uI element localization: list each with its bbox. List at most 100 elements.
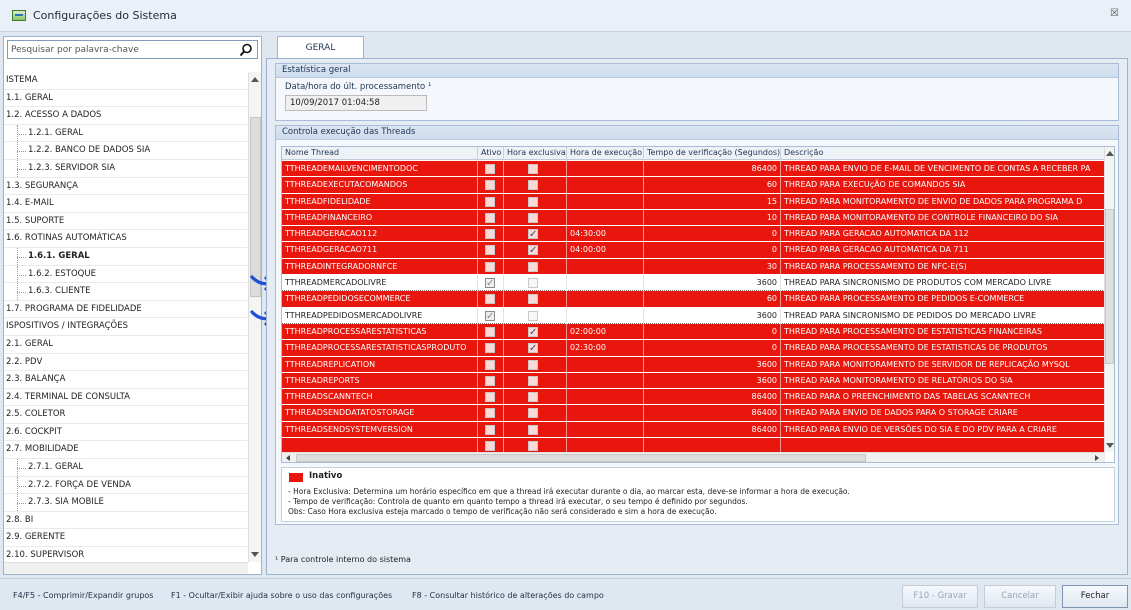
ativo-checkbox[interactable] — [485, 229, 495, 240]
tree-item[interactable]: 2.10. SUPERVISOR — [4, 547, 247, 562]
hora-exclusiva-checkbox[interactable] — [528, 261, 538, 272]
tree-item[interactable]: 1.6.2. ESTOQUE — [4, 265, 247, 284]
table-row[interactable]: TTHREADPROCESSARESTATISTICASPRODUTO 02:30… — [282, 340, 1105, 357]
tree-item[interactable]: 1.2.2. BANCO DE DADOS SIA — [4, 142, 247, 160]
tab-geral[interactable]: GERAL — [277, 36, 364, 59]
column-header-tempo[interactable]: Tempo de verificação (Segundos) — [644, 147, 781, 160]
ativo-checkbox[interactable] — [485, 441, 495, 452]
table-row[interactable]: TTHREADSCANNTECH 86400 THREAD PARA O PREEN… — [282, 389, 1105, 406]
hora-exclusiva-checkbox[interactable] — [528, 180, 538, 191]
tree-item[interactable]: 1.7. PROGRAMA DE FIDELIDADE — [4, 301, 247, 319]
ativo-checkbox[interactable] — [485, 326, 495, 337]
scroll-thumb[interactable] — [250, 117, 261, 297]
ativo-checkbox[interactable] — [485, 408, 495, 419]
hora-exclusiva-checkbox[interactable] — [528, 212, 538, 223]
scroll-thumb[interactable] — [1105, 209, 1114, 364]
tree-item[interactable]: 2.7.3. SIA MOBILE — [4, 494, 247, 512]
ativo-checkbox[interactable] — [485, 180, 495, 191]
ativo-checkbox[interactable] — [485, 424, 495, 435]
tree-item[interactable]: 2.7. MOBILIDADE — [4, 441, 247, 460]
search-icon[interactable] — [239, 43, 253, 57]
tree-item[interactable]: 2.7.2. FORÇA DE VENDA — [4, 476, 247, 495]
hora-exclusiva-checkbox[interactable] — [528, 375, 538, 386]
column-header-ativo[interactable]: Ativo — [478, 147, 504, 160]
save-button[interactable]: F10 - Gravar — [902, 585, 978, 608]
table-row[interactable]: TTHREADPEDIDOSMERCADOLIVRE 3600THREAD PAR… — [282, 307, 1105, 324]
ativo-checkbox[interactable] — [485, 196, 495, 207]
tree-item[interactable]: 2.3. BALANÇA — [4, 371, 247, 389]
search-input[interactable] — [11, 43, 226, 57]
hora-exclusiva-checkbox[interactable] — [528, 441, 538, 452]
ativo-checkbox[interactable] — [485, 212, 495, 223]
hora-exclusiva-checkbox[interactable] — [528, 164, 538, 174]
table-row[interactable]: TTHREADMERCADOLIVRE 3600THREAD PARA SINCR… — [282, 275, 1105, 292]
ativo-checkbox[interactable] — [485, 261, 495, 272]
hora-exclusiva-checkbox[interactable] — [528, 392, 538, 403]
hora-exclusiva-checkbox[interactable] — [528, 278, 538, 289]
hora-exclusiva-checkbox[interactable] — [528, 243, 538, 258]
hora-exclusiva-checkbox[interactable] — [528, 408, 538, 419]
tree-item[interactable]: 2.8. BI — [4, 512, 247, 530]
scroll-right-icon[interactable] — [1095, 455, 1099, 461]
column-header-hora-exclusiva[interactable]: Hora exclusiva — [504, 147, 567, 160]
ativo-checkbox[interactable] — [485, 359, 495, 370]
table-row[interactable]: TTHREADPEDIDOSECOMMERCE 60 THREAD PARA PRO… — [282, 291, 1105, 308]
table-row[interactable]: TTHREADFIDELIDADE 15 THREAD PARA MONITORAM… — [282, 193, 1105, 210]
table-row[interactable]: TTHREADREPORTS 3600 THREAD PARA MONITORAME… — [282, 372, 1105, 390]
table-row[interactable]: TTHREADFINANCEIRO 10 THREAD PARA MONITORAM… — [282, 209, 1105, 227]
ativo-checkbox[interactable] — [485, 294, 495, 305]
ativo-checkbox[interactable] — [485, 245, 495, 256]
tree-item[interactable]: 1.6.1. GERAL — [4, 247, 247, 266]
table-row[interactable] — [282, 438, 1105, 452]
table-row[interactable]: TTHREADSENDSYSTEMVERSION 86400 THREAD PARA… — [282, 421, 1105, 439]
hora-exclusiva-checkbox[interactable] — [528, 310, 538, 321]
tree-item[interactable]: 2.6. COCKPIT — [4, 424, 247, 442]
table-row[interactable]: TTHREADSENDDATATOSTORAGE 86400 THREAD PARA… — [282, 405, 1105, 422]
hora-exclusiva-checkbox[interactable] — [528, 294, 538, 305]
table-row[interactable]: TTHREADEMAILVENCIMENTODOC 86400 THREAD PAR… — [282, 161, 1105, 178]
scroll-thumb[interactable] — [296, 454, 866, 462]
tree-horizontal-scrollbar[interactable] — [4, 562, 248, 574]
tree-item[interactable]: 1.2.3. SERVIDOR SIA — [4, 159, 247, 178]
tree-item[interactable]: 2.5. COLETOR — [4, 406, 247, 424]
tree-item[interactable]: 2.7.1. GERAL — [4, 459, 247, 477]
scroll-down-icon[interactable] — [251, 552, 259, 557]
column-header-hora-execucao[interactable]: Hora de execução — [567, 147, 644, 160]
ativo-checkbox[interactable] — [485, 276, 495, 291]
hora-exclusiva-checkbox[interactable] — [528, 196, 538, 207]
ativo-checkbox[interactable] — [485, 392, 495, 403]
tree-item[interactable]: 2.9. GERENTE — [4, 529, 247, 548]
tree-item[interactable]: 1.2.1. GERAL — [4, 124, 247, 143]
tree-item[interactable]: 1.3. SEGURANÇA — [4, 178, 247, 196]
hora-exclusiva-checkbox[interactable] — [528, 325, 538, 340]
table-row[interactable]: TTHREADINTEGRADORNFCE 30 THREAD PARA PROCE… — [282, 258, 1105, 276]
column-header-name[interactable]: Nome Thread — [282, 147, 478, 160]
hora-exclusiva-checkbox[interactable] — [528, 227, 538, 242]
last-processing-field[interactable]: 10/09/2017 01:04:58 — [285, 95, 427, 111]
table-row[interactable]: TTHREADPROCESSARESTATISTICAS 02:00:000THR… — [282, 323, 1105, 341]
tree-item[interactable]: 1.5. SUPORTE — [4, 213, 247, 231]
scroll-up-icon[interactable] — [251, 77, 259, 82]
tree-item[interactable]: 1.6. ROTINAS AUTOMÁTICAS — [4, 230, 247, 248]
tree-item[interactable]: 2.4. TERMINAL DE CONSULTA — [4, 389, 247, 407]
cancel-button[interactable]: Cancelar — [984, 585, 1056, 608]
table-row[interactable]: TTHREADGERACAO711 04:00:000THREAD PARA GE… — [282, 242, 1105, 259]
table-row[interactable]: TTHREADGERACAO112 04:30:000THREAD PARA GE… — [282, 226, 1105, 243]
close-icon[interactable]: ☒ — [1110, 8, 1119, 19]
column-header-descricao[interactable]: Descrição — [781, 147, 1105, 160]
tree-item[interactable]: ISPOSITIVOS / INTEGRAÇÕES — [4, 318, 247, 336]
tree-item[interactable]: 1.2. ACESSO A DADOS — [4, 107, 247, 125]
tree-item[interactable]: 2.1. GERAL — [4, 336, 247, 354]
table-row[interactable]: TTHREADEXECUTACOMANDOS 60 THREAD PARA EXEC… — [282, 177, 1105, 194]
tree-item[interactable]: 2.2. PDV — [4, 354, 247, 372]
tree-item[interactable]: 1.4. E-MAIL — [4, 195, 247, 213]
hora-exclusiva-checkbox[interactable] — [528, 424, 538, 435]
ativo-checkbox[interactable] — [485, 343, 495, 354]
ativo-checkbox[interactable] — [485, 309, 495, 324]
scroll-down-icon[interactable] — [1106, 443, 1114, 448]
scroll-left-icon[interactable] — [286, 455, 290, 461]
grid-horizontal-scrollbar[interactable] — [282, 452, 1105, 462]
ativo-checkbox[interactable] — [485, 375, 495, 386]
tree-item[interactable]: 1.6.3. CLIENTE — [4, 283, 247, 301]
grid-vertical-scrollbar[interactable] — [1104, 147, 1114, 452]
